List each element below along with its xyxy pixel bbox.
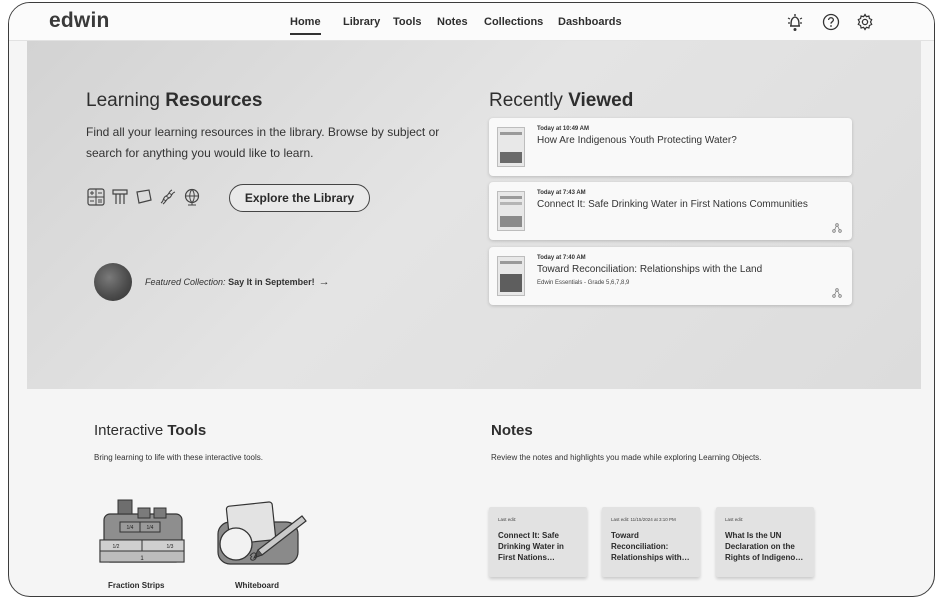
note-card[interactable]: Last edit: 11/15/2024 at 3:10 PM Toward … <box>602 507 700 577</box>
note-title: Connect It: Safe Drinking Water in First… <box>498 531 564 562</box>
fraction-label: 1/2 <box>113 544 120 550</box>
recent-item-title: Toward Reconciliation: Relationships wit… <box>537 264 763 275</box>
note-last-edit: Last edit: 11/15/2024 at 3:10 PM <box>611 517 676 522</box>
recent-item-thumbnail <box>497 256 525 296</box>
note-title: What Is the UN Declaration on the Rights… <box>725 531 804 562</box>
nav-tools[interactable]: Tools <box>393 16 422 28</box>
notification-bell-icon[interactable] <box>785 12 805 32</box>
share-icon[interactable] <box>832 223 842 233</box>
recent-item-title: How Are Indigenous Youth Protecting Wate… <box>537 135 737 146</box>
edwin-logo[interactable]: edwin <box>49 9 110 33</box>
note-card[interactable]: Last edit: Connect It: Safe Drinking Wat… <box>489 507 587 577</box>
nav-dashboards[interactable]: Dashboards <box>558 16 622 28</box>
note-last-edit: Last edit: <box>498 517 517 522</box>
recent-item-time: Today at 7:40 AM <box>537 255 586 261</box>
note-card[interactable]: Last edit: What Is the UN Declaration on… <box>716 507 814 577</box>
recent-item[interactable]: Today at 7:43 AM Connect It: Safe Drinki… <box>489 182 852 240</box>
interactive-tools-description: Bring learning to life with these intera… <box>94 453 263 462</box>
globe-icon[interactable] <box>182 187 202 207</box>
fraction-label: 1/4 <box>147 525 154 531</box>
interactive-tools-heading: Interactive Tools <box>94 422 207 439</box>
help-icon[interactable] <box>821 12 841 32</box>
recent-item-time: Today at 7:43 AM <box>537 190 586 196</box>
recent-item-thumbnail <box>497 127 525 167</box>
fraction-label: 1/4 <box>127 525 134 531</box>
learning-resources-heading: Learning Resources <box>86 90 263 111</box>
recent-item[interactable]: Today at 10:49 AM How Are Indigenous You… <box>489 118 852 176</box>
recent-item-time: Today at 10:49 AM <box>537 126 590 132</box>
explore-library-button[interactable]: Explore the Library <box>229 184 370 212</box>
recent-item-meta: Edwin Essentials - Grade 5,6,7,8,9 <box>537 280 630 286</box>
whiteboard-label[interactable]: Whiteboard <box>235 581 279 590</box>
nav-home[interactable]: Home <box>290 16 321 35</box>
science-icon[interactable] <box>158 187 178 207</box>
nav-collections[interactable]: Collections <box>484 16 543 28</box>
fraction-strips-icon: 1 1/2 1/4 1/4 1/3 <box>99 499 185 563</box>
learning-resources-description: Find all your learning resources in the … <box>86 125 440 160</box>
book-icon[interactable] <box>134 187 154 207</box>
featured-collection-image[interactable] <box>94 263 132 301</box>
nav-notes[interactable]: Notes <box>437 16 468 28</box>
recent-item-title: Connect It: Safe Drinking Water in First… <box>537 199 808 210</box>
recently-viewed-heading: Recently Viewed <box>489 90 634 111</box>
art-icon[interactable] <box>110 187 130 207</box>
fraction-strips-label[interactable]: Fraction Strips <box>108 581 164 590</box>
recent-item-thumbnail <box>497 191 525 231</box>
note-title: Toward Reconciliation: Relationships wit… <box>611 531 690 562</box>
notes-description: Review the notes and highlights you made… <box>491 453 762 462</box>
notes-heading: Notes <box>491 422 533 439</box>
whiteboard-icon <box>217 501 307 565</box>
arrow-right-icon: → <box>318 276 330 288</box>
featured-collection-link[interactable]: Featured Collection: Say It in September… <box>145 276 330 288</box>
share-icon[interactable] <box>832 288 842 298</box>
recent-item[interactable]: Today at 7:40 AM Toward Reconciliation: … <box>489 247 852 305</box>
fraction-label: 1/3 <box>167 544 174 550</box>
note-last-edit: Last edit: <box>725 517 744 522</box>
top-navigation-bar: edwin Home Library Tools Notes Collectio… <box>9 3 934 41</box>
math-icon[interactable] <box>86 187 106 207</box>
settings-gear-icon[interactable] <box>855 12 875 32</box>
nav-library[interactable]: Library <box>343 16 380 28</box>
